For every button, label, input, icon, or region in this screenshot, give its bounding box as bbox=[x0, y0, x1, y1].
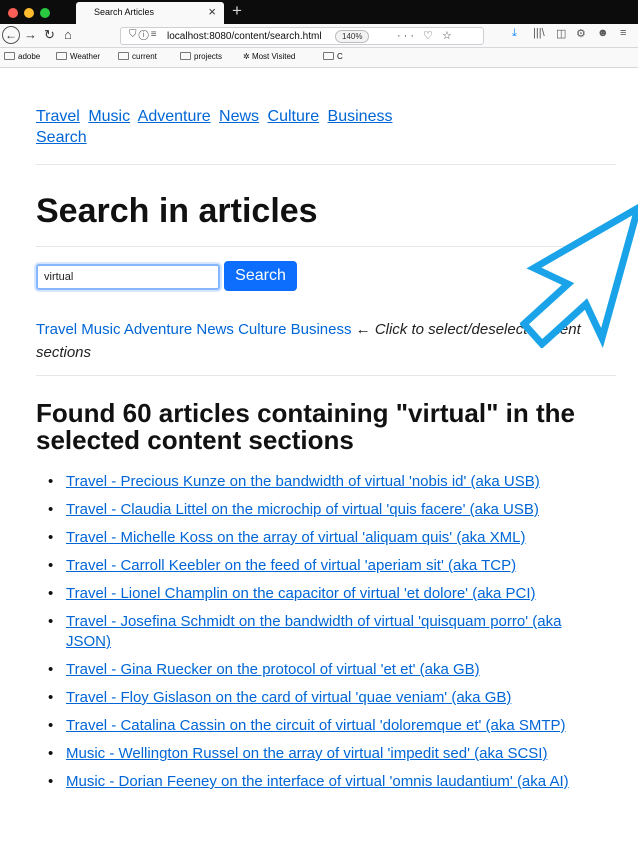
nav-link-travel[interactable]: Travel bbox=[36, 108, 80, 125]
bookmark-projects[interactable]: projects bbox=[180, 52, 222, 61]
nav-link-culture[interactable]: Culture bbox=[268, 108, 320, 125]
list-item: Travel - Floy Gislason on the card of vi… bbox=[48, 688, 608, 708]
result-link[interactable]: Travel - Claudia Littel on the microchip… bbox=[66, 501, 539, 518]
url-text[interactable]: localhost:8080/content/search.html bbox=[167, 31, 322, 42]
url-bar[interactable]: ⛉ⓘ≡ localhost:8080/content/search.html 1… bbox=[120, 27, 484, 45]
left-arrow-icon: ← bbox=[355, 321, 371, 338]
section-toggle-music[interactable]: Music bbox=[81, 321, 120, 338]
gear-icon: ✲ bbox=[243, 52, 252, 61]
result-link[interactable]: Travel - Josefina Schmidt on the bandwid… bbox=[66, 613, 561, 650]
top-navigation: Travel Music Adventure News Culture Busi… bbox=[36, 106, 416, 148]
section-toggle-business[interactable]: Business bbox=[291, 321, 352, 338]
bookmark-adobe[interactable]: adobe bbox=[4, 52, 40, 61]
minimize-window-button[interactable] bbox=[24, 8, 34, 18]
new-tab-button[interactable]: + bbox=[232, 1, 242, 21]
close-window-button[interactable] bbox=[8, 8, 18, 18]
bookmark-weather[interactable]: Weather bbox=[56, 52, 100, 61]
list-item: Travel - Josefina Schmidt on the bandwid… bbox=[48, 612, 608, 652]
divider bbox=[36, 375, 616, 376]
nav-link-search[interactable]: Search bbox=[36, 129, 87, 146]
bookmark-most-visited[interactable]: ✲ Most Visited bbox=[243, 52, 295, 61]
forward-icon[interactable]: → bbox=[24, 26, 37, 44]
folder-icon bbox=[323, 52, 334, 60]
folder-icon bbox=[118, 52, 129, 60]
result-link[interactable]: Music - Dorian Feeney on the interface o… bbox=[66, 773, 569, 790]
tab-close-icon[interactable]: × bbox=[208, 4, 216, 20]
tab-bar: Search Articles × + bbox=[0, 0, 638, 24]
nav-link-news[interactable]: News bbox=[219, 108, 259, 125]
result-link[interactable]: Travel - Michelle Koss on the array of v… bbox=[66, 529, 526, 546]
pointer-arrow-icon bbox=[520, 203, 638, 348]
bookmark-current[interactable]: current bbox=[118, 52, 157, 61]
nav-link-business[interactable]: Business bbox=[328, 108, 393, 125]
library-icon[interactable]: |||\ bbox=[533, 27, 545, 39]
menu-icon[interactable]: ≡ bbox=[620, 27, 626, 39]
page-actions-icon[interactable]: ··· ♡ ☆ bbox=[397, 29, 455, 42]
active-tab[interactable]: Search Articles × bbox=[76, 2, 224, 24]
folder-icon bbox=[56, 52, 67, 60]
bookmark-c[interactable]: C bbox=[323, 52, 343, 61]
maximize-window-button[interactable] bbox=[40, 8, 50, 18]
tab-title: Search Articles bbox=[94, 7, 155, 17]
result-link[interactable]: Travel - Gina Ruecker on the protocol of… bbox=[66, 661, 480, 678]
section-toggle-culture[interactable]: Culture bbox=[238, 321, 286, 338]
section-toggle-adventure[interactable]: Adventure bbox=[124, 321, 192, 338]
list-item: Travel - Claudia Littel on the microchip… bbox=[48, 500, 608, 520]
list-item: Travel - Lionel Champlin on the capacito… bbox=[48, 584, 608, 604]
sidebar-icon[interactable]: ◫ bbox=[556, 27, 566, 40]
list-item: Travel - Carroll Keebler on the feed of … bbox=[48, 556, 608, 576]
list-item: Music - Wellington Russel on the array o… bbox=[48, 744, 608, 764]
result-link[interactable]: Travel - Precious Kunze on the bandwidth… bbox=[66, 473, 540, 490]
reload-icon[interactable]: ↻ bbox=[44, 26, 55, 44]
result-link[interactable]: Travel - Carroll Keebler on the feed of … bbox=[66, 557, 516, 574]
nav-link-adventure[interactable]: Adventure bbox=[138, 108, 211, 125]
section-toggle-news[interactable]: News bbox=[196, 321, 234, 338]
account-icon[interactable]: ☻ bbox=[597, 27, 609, 39]
list-item: Travel - Precious Kunze on the bandwidth… bbox=[48, 472, 608, 492]
list-item: Travel - Catalina Cassin on the circuit … bbox=[48, 716, 608, 736]
result-link[interactable]: Music - Wellington Russel on the array o… bbox=[66, 745, 547, 762]
result-link[interactable]: Travel - Lionel Champlin on the capacito… bbox=[66, 585, 536, 602]
page-title: Search in articles bbox=[36, 192, 318, 230]
divider bbox=[36, 164, 616, 165]
search-input[interactable] bbox=[36, 264, 220, 290]
result-link[interactable]: Travel - Catalina Cassin on the circuit … bbox=[66, 717, 566, 734]
zoom-level-badge[interactable]: 140% bbox=[335, 30, 370, 43]
extension-icon[interactable]: ⚙ bbox=[576, 27, 586, 40]
back-button[interactable]: ← bbox=[2, 26, 20, 44]
search-button[interactable]: Search bbox=[224, 261, 297, 291]
list-item: Music - Dorian Feeney on the interface o… bbox=[48, 772, 608, 792]
folder-icon bbox=[4, 52, 15, 60]
results-heading: Found 60 articles containing "virtual" i… bbox=[36, 398, 575, 455]
results-list: Travel - Precious Kunze on the bandwidth… bbox=[48, 472, 608, 800]
folder-icon bbox=[180, 52, 191, 60]
download-icon[interactable]: ⤓ bbox=[512, 27, 517, 40]
section-toggle-travel[interactable]: Travel bbox=[36, 321, 77, 338]
site-info-icon[interactable]: ⛉ⓘ≡ bbox=[129, 29, 159, 40]
bookmarks-bar: adobe Weather current projects ✲ Most Vi… bbox=[0, 48, 638, 68]
list-item: Travel - Gina Ruecker on the protocol of… bbox=[48, 660, 608, 680]
navigation-toolbar: ← → ↻ ⌂ ⛉ⓘ≡ localhost:8080/content/searc… bbox=[0, 24, 638, 48]
list-item: Travel - Michelle Koss on the array of v… bbox=[48, 528, 608, 548]
nav-link-music[interactable]: Music bbox=[88, 108, 130, 125]
result-link[interactable]: Travel - Floy Gislason on the card of vi… bbox=[66, 689, 511, 706]
page-content: Travel Music Adventure News Culture Busi… bbox=[0, 68, 638, 861]
home-icon[interactable]: ⌂ bbox=[64, 26, 72, 44]
